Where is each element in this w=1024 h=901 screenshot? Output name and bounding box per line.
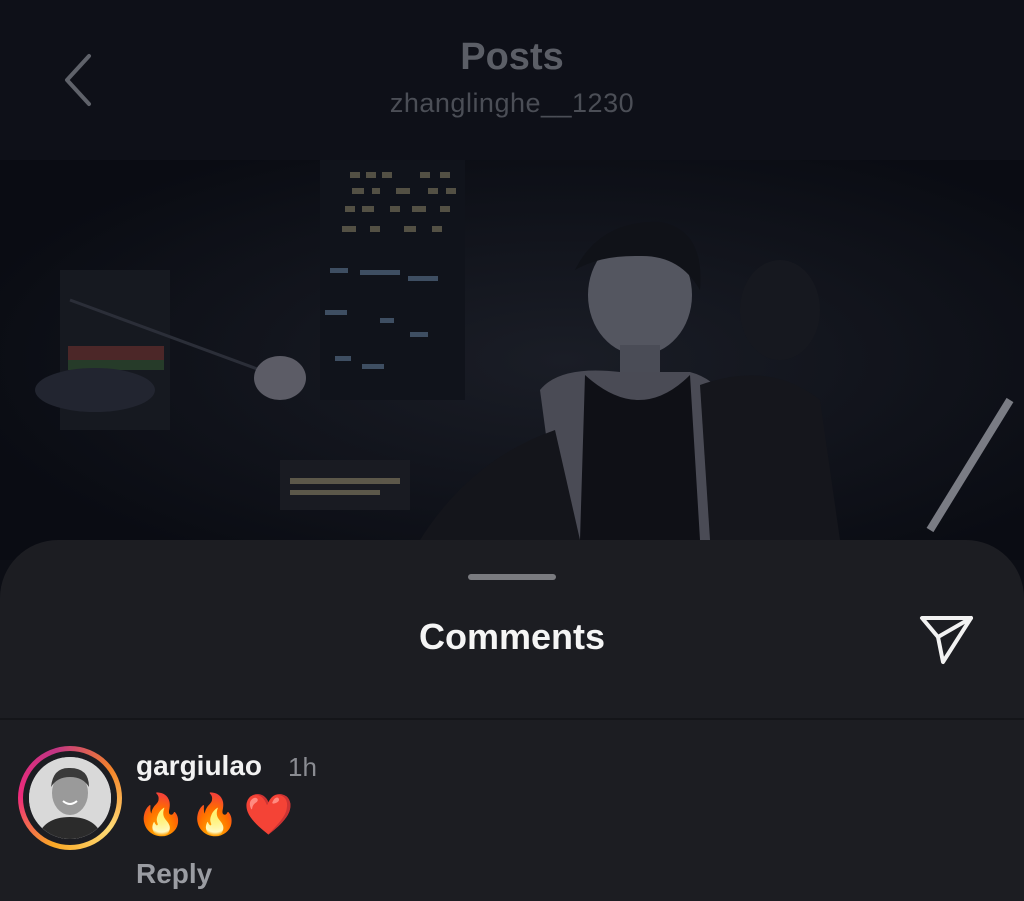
avatar-portrait [29, 757, 111, 839]
comment-timestamp: 1h [288, 752, 317, 782]
reply-button[interactable]: Reply [136, 858, 212, 890]
avatar-inner-ring [23, 751, 117, 845]
post-image[interactable] [0, 160, 1024, 560]
avatar-photo [29, 757, 111, 839]
sheet-divider [0, 718, 1024, 720]
share-button[interactable] [912, 608, 982, 668]
page-title: Posts [460, 36, 564, 78]
top-app-bar: Posts zhanglinghe__1230 [0, 0, 1024, 160]
sheet-drag-handle[interactable] [468, 574, 556, 580]
post-photo-illustration [0, 160, 1024, 560]
page-subtitle-username[interactable]: zhanglinghe__1230 [0, 88, 1024, 119]
comments-sheet: Comments gargiulao 1h 🔥🔥❤️ Reply [0, 540, 1024, 901]
paper-plane-icon [920, 616, 973, 664]
comments-title: Comments [418, 616, 606, 657]
comment-avatar[interactable] [18, 746, 122, 850]
comment-username[interactable]: gargiulao [136, 750, 262, 782]
comment-text: 🔥🔥❤️ [136, 793, 298, 837]
